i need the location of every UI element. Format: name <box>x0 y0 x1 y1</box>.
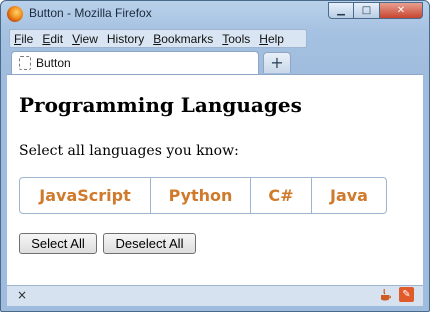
browser-window: Button - Mozilla Firefox ▁ □ ✕ File Edit… <box>0 0 430 312</box>
page-content: Programming Languages Select all languag… <box>7 74 423 285</box>
menu-tools[interactable]: Tools <box>222 32 250 46</box>
page-title: Programming Languages <box>19 93 302 117</box>
menu-bookmarks-label: ookmarks <box>161 31 214 46</box>
maximize-button[interactable]: □ <box>354 2 380 19</box>
menu-view-label: iew <box>79 31 98 46</box>
menu-tools-label: ools <box>228 31 251 46</box>
window-title: Button - Mozilla Firefox <box>29 6 152 20</box>
menu-file-label: ile <box>21 31 34 46</box>
language-button-csharp[interactable]: C# <box>251 178 312 213</box>
menu-help[interactable]: Help <box>259 32 284 46</box>
language-button-javascript[interactable]: JavaScript <box>20 178 151 213</box>
instruction-text: Select all languages you know: <box>19 143 239 159</box>
close-statusbar-icon[interactable]: × <box>17 288 27 302</box>
menu-view-accel: V <box>72 31 80 46</box>
minimize-button[interactable]: ▁ <box>328 2 354 19</box>
tab-strip: Button + <box>1 50 429 74</box>
menu-file[interactable]: File <box>14 32 33 46</box>
pdf-icon[interactable]: ✎ <box>399 287 414 302</box>
blank-page-icon <box>19 56 31 70</box>
menu-help-label: elp <box>267 31 284 46</box>
java-cup-icon[interactable] <box>379 288 391 302</box>
menu-bar: File Edit View History Bookmarks Tools H… <box>9 29 307 48</box>
deselect-all-button[interactable]: Deselect All <box>103 233 196 254</box>
tab-label: Button <box>36 56 71 70</box>
language-button-group: JavaScript Python C# Java <box>19 177 387 214</box>
menu-bookmarks[interactable]: Bookmarks <box>153 32 213 46</box>
close-button[interactable]: ✕ <box>380 2 423 19</box>
menu-history[interactable]: History <box>107 32 144 46</box>
menu-edit-label: dit <box>50 31 64 46</box>
status-bar: × ✎ <box>7 285 423 306</box>
select-all-button[interactable]: Select All <box>19 233 97 254</box>
tab-button[interactable]: Button <box>11 51 259 74</box>
language-button-python[interactable]: Python <box>151 178 251 213</box>
menu-history-label: History <box>106 31 145 46</box>
window-controls: ▁ □ ✕ <box>328 2 423 19</box>
language-button-java[interactable]: Java <box>312 178 386 213</box>
menu-edit[interactable]: Edit <box>42 32 63 46</box>
new-tab-button[interactable]: + <box>263 52 291 73</box>
title-bar[interactable]: Button - Mozilla Firefox ▁ □ ✕ <box>1 1 429 27</box>
firefox-logo-icon <box>7 6 23 22</box>
menu-help-accel: H <box>259 31 268 46</box>
menu-view[interactable]: View <box>72 32 98 46</box>
